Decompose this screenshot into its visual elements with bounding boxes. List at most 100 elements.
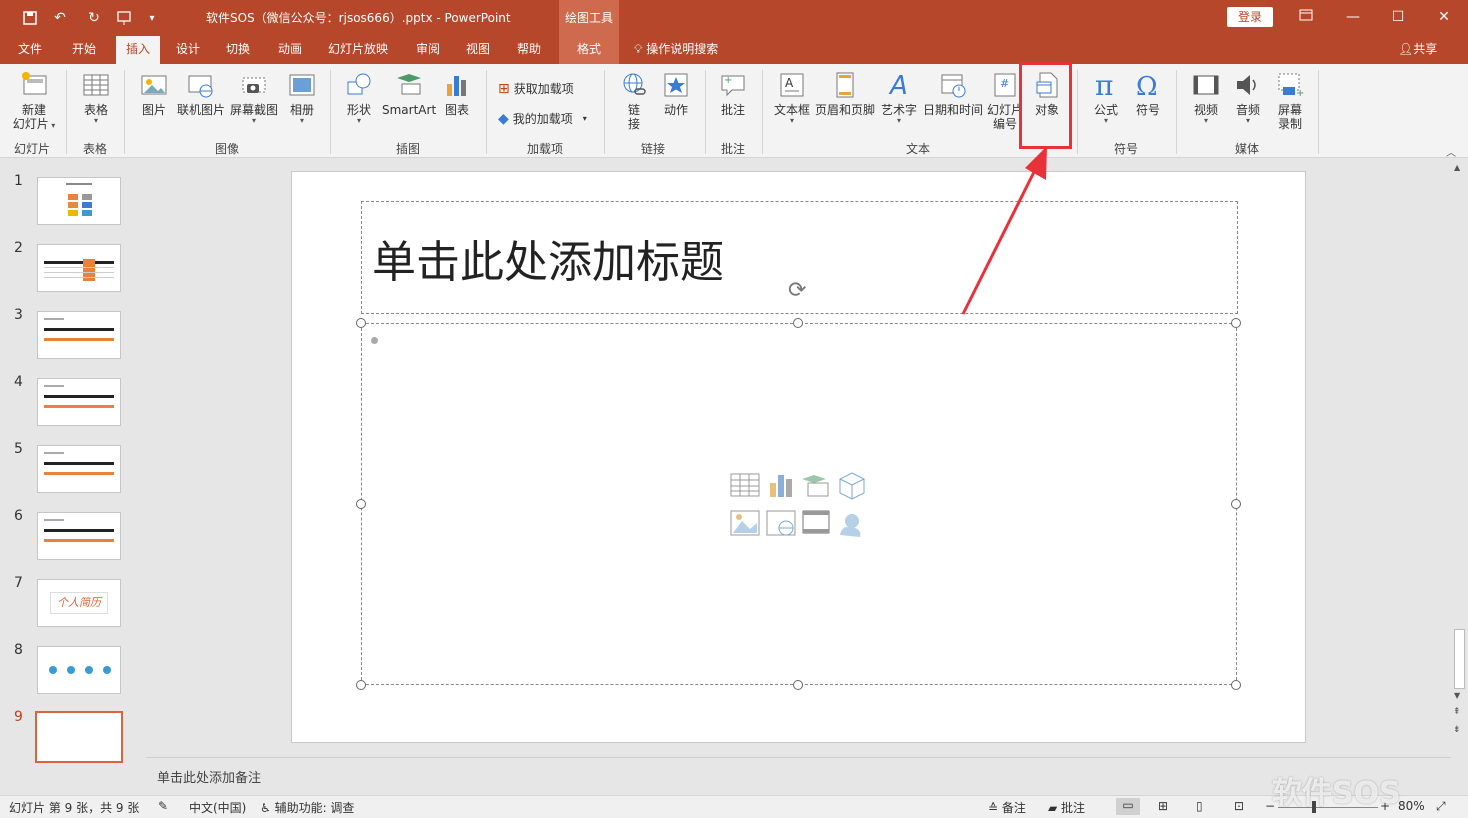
dropdown-arrow-icon: ▾	[93, 116, 98, 125]
redo-icon[interactable]: ↻	[84, 8, 104, 28]
tab-home[interactable]: 开始	[68, 36, 100, 64]
slide-thumbnail-2[interactable]	[37, 244, 121, 292]
present-icon[interactable]	[114, 8, 134, 28]
tab-design[interactable]: 设计	[172, 36, 204, 64]
language-status[interactable]: 中文(中国)	[189, 799, 246, 816]
new-slide-button[interactable]: 新建 幻灯片 ▾	[10, 70, 58, 131]
tab-format[interactable]: 格式	[559, 36, 619, 64]
tab-slideshow[interactable]: 幻灯片放映	[324, 36, 392, 64]
group-media-label: 媒体	[1235, 142, 1260, 156]
date-time-button[interactable]: 日期和时间	[922, 70, 984, 117]
group-symbols-label: 符号	[1114, 142, 1139, 156]
slide-thumbnail-6[interactable]	[37, 512, 121, 560]
maximize-icon[interactable]: ☐	[1386, 6, 1410, 28]
content-insert-icons	[730, 472, 865, 537]
drawing-tools-header: 绘图工具	[559, 0, 619, 36]
resize-handle[interactable]	[1231, 318, 1241, 328]
next-slide-icon[interactable]: ⇟	[1453, 725, 1461, 735]
fit-to-window-icon[interactable]: ⤢	[1436, 799, 1446, 814]
undo-icon[interactable]: ↶	[50, 8, 70, 28]
textbox-button[interactable]: A 文本框 ▾	[773, 70, 811, 125]
dropdown-arrow-icon: ▾	[356, 116, 361, 125]
tell-me-search[interactable]: 💡︎ 操作说明搜索	[634, 36, 718, 64]
slide-sorter-icon[interactable]: ⊞	[1158, 799, 1168, 813]
album-button[interactable]: 相册 ▾	[286, 70, 318, 125]
wordart-button[interactable]: A 艺术字 ▾	[880, 70, 918, 125]
tab-animations[interactable]: 动画	[274, 36, 306, 64]
group-images-label: 图像	[215, 142, 240, 156]
equation-button[interactable]: π 公式 ▾	[1088, 70, 1124, 125]
previous-slide-icon[interactable]: ⇞	[1453, 707, 1461, 717]
notes-pane[interactable]: 单击此处添加备注	[146, 757, 1451, 795]
picture-icon	[141, 75, 167, 95]
get-addins-button[interactable]: ⊞ 获取加载项	[498, 80, 574, 97]
zoom-level[interactable]: 80%	[1398, 799, 1425, 813]
symbol-button[interactable]: Ω 符号	[1131, 70, 1165, 117]
ribbon-display-icon[interactable]	[1294, 6, 1318, 28]
scrollbar-thumb[interactable]	[1454, 629, 1465, 689]
notes-toggle-button[interactable]: ≙ 备注	[988, 799, 1026, 816]
tab-insert[interactable]: 插入	[116, 36, 160, 64]
group-tables-label: 表格	[83, 142, 108, 156]
scroll-up-icon[interactable]: ▲	[1454, 163, 1460, 172]
slide-thumbnail-3[interactable]	[37, 311, 121, 359]
login-button[interactable]: 登录	[1227, 7, 1273, 27]
slide-thumbnail-5[interactable]	[37, 445, 121, 493]
slide-thumbnail-9[interactable]	[35, 711, 123, 763]
video-button[interactable]: 视频 ▾	[1190, 70, 1222, 125]
comment-icon: +	[721, 75, 745, 97]
header-footer-button[interactable]: 页眉和页脚	[815, 70, 875, 117]
vertical-scrollbar[interactable]: ▲ ▼ ⇞ ⇟	[1451, 159, 1468, 757]
thumbnail-resume-title: 个人简历	[50, 592, 108, 614]
content-placeholder[interactable]	[361, 323, 1237, 685]
close-icon[interactable]: ✕	[1432, 6, 1456, 28]
customize-toolbar-icon[interactable]: ▾	[142, 8, 162, 28]
action-button[interactable]: 动作	[660, 70, 692, 117]
resize-handle[interactable]	[356, 318, 366, 328]
resize-handle[interactable]	[356, 499, 366, 509]
smartart-button[interactable]: SmartArt	[382, 70, 436, 117]
spell-check-icon[interactable]: ✎	[158, 799, 168, 813]
link-button[interactable]: 链接	[616, 70, 652, 131]
my-addins-button[interactable]: ◆ 我的加载项 ▾	[498, 110, 587, 127]
svg-text:π: π	[1095, 70, 1113, 100]
resize-handle[interactable]	[356, 680, 366, 690]
resize-handle[interactable]	[793, 318, 803, 328]
normal-view-icon[interactable]: ▭	[1116, 798, 1140, 815]
resize-handle[interactable]	[1231, 499, 1241, 509]
minimize-icon[interactable]: —	[1341, 6, 1365, 28]
screen-record-button[interactable]: + 屏幕 录制	[1274, 70, 1306, 131]
tab-file[interactable]: 文件	[14, 36, 46, 64]
tab-view[interactable]: 视图	[462, 36, 494, 64]
slide-thumbnail-4[interactable]	[37, 378, 121, 426]
tab-review[interactable]: 审阅	[412, 36, 444, 64]
accessibility-status[interactable]: ♿︎ 辅助功能: 调查	[260, 799, 354, 816]
tab-transitions[interactable]: 切换	[222, 36, 254, 64]
textbox-icon: A	[780, 73, 804, 97]
shapes-button[interactable]: 形状 ▾	[343, 70, 375, 125]
addin-puzzle-icon: ◆	[498, 110, 509, 127]
collapse-ribbon-icon[interactable]: ︿	[1446, 144, 1456, 159]
slide-thumbnail-7[interactable]: 个人简历	[37, 579, 121, 627]
table-button[interactable]: 表格 ▾	[78, 70, 114, 125]
rotate-handle-icon[interactable]: ⟳	[788, 278, 806, 303]
chart-button[interactable]: 图表	[441, 70, 473, 117]
screenshot-button[interactable]: 屏幕截图 ▾	[229, 70, 279, 125]
save-icon[interactable]	[20, 8, 40, 28]
picture-button[interactable]: 图片	[138, 70, 170, 117]
insert-picture-icon	[730, 510, 760, 536]
audio-button[interactable]: 音频 ▾	[1232, 70, 1264, 125]
comments-toggle-button[interactable]: ▰ 批注	[1048, 799, 1085, 816]
scroll-down-icon[interactable]: ▼	[1454, 691, 1460, 700]
group-illustrations-label: 插图	[396, 142, 421, 156]
resize-handle[interactable]	[793, 680, 803, 690]
share-button[interactable]: 👤︎共享	[1398, 36, 1437, 64]
slide-thumbnail-8[interactable]	[37, 646, 121, 694]
slide-thumbnail-1[interactable]	[37, 177, 121, 225]
reading-view-icon[interactable]: ▯	[1196, 799, 1203, 813]
resize-handle[interactable]	[1231, 680, 1241, 690]
online-picture-button[interactable]: 联机图片	[176, 70, 226, 117]
slideshow-view-icon[interactable]: ⊡	[1234, 799, 1244, 813]
tab-help[interactable]: 帮助	[513, 36, 545, 64]
comment-button[interactable]: + 批注	[717, 70, 749, 117]
